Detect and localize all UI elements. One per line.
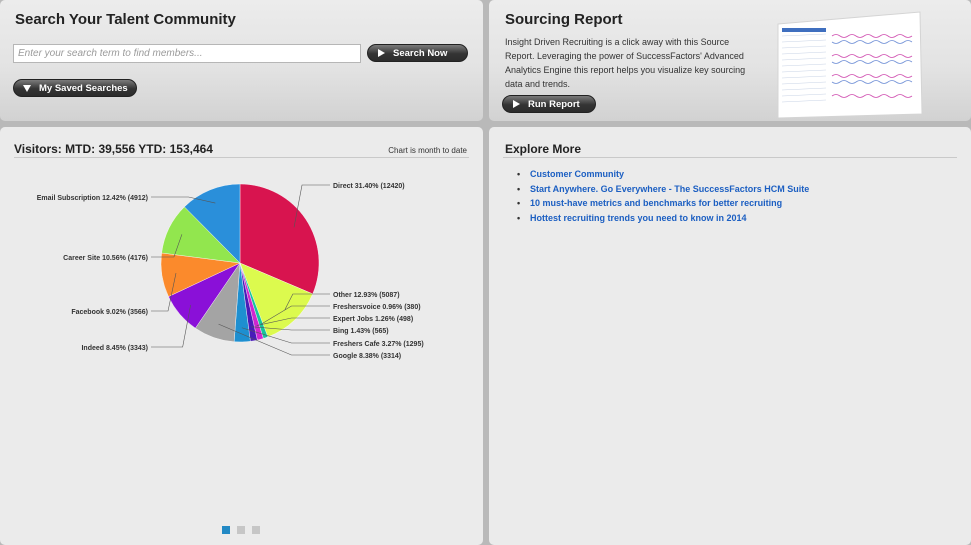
report-panel-title: Sourcing Report <box>505 11 623 28</box>
caret-down-icon <box>23 84 31 92</box>
explore-link[interactable]: Customer Community <box>517 167 809 182</box>
sourcing-report-panel: Sourcing Report Insight Driven Recruitin… <box>489 0 971 121</box>
pie-slice-label: Other 12.93% (5087) <box>333 292 400 299</box>
search-input[interactable] <box>13 44 361 63</box>
explore-title: Explore More <box>505 142 582 156</box>
search-now-button[interactable]: Search Now <box>367 44 468 62</box>
pie-slice-label: Freshers Cafe 3.27% (1295) <box>333 341 424 348</box>
saved-searches-button[interactable]: My Saved Searches <box>13 79 137 97</box>
search-now-label: Search Now <box>393 47 448 59</box>
visitors-panel: Visitors: MTD: 39,556 YTD: 153,464 Chart… <box>0 127 483 545</box>
pie-slice-label: Email Subscription 12.42% (4912) <box>37 195 148 202</box>
pie-slice-label: Direct 31.40% (12420) <box>333 183 405 190</box>
pager-dot-1[interactable] <box>222 526 230 534</box>
pie-slice-label: Bing 1.43% (565) <box>333 328 389 335</box>
explore-panel: Explore More Customer Community Start An… <box>489 127 971 545</box>
search-panel-title: Search Your Talent Community <box>15 11 236 28</box>
pager-dot-3[interactable] <box>252 526 260 534</box>
explore-link[interactable]: Hottest recruiting trends you need to kn… <box>517 211 809 226</box>
run-report-button[interactable]: Run Report <box>502 95 596 113</box>
carousel-pager <box>222 526 260 534</box>
pie-slice-label: Expert Jobs 1.26% (498) <box>333 316 413 323</box>
report-thumbnail-image <box>777 11 923 118</box>
explore-link[interactable]: 10 must-have metrics and benchmarks for … <box>517 196 809 211</box>
report-description: Insight Driven Recruiting is a click awa… <box>505 37 746 89</box>
run-report-label: Run Report <box>528 98 580 110</box>
explore-link[interactable]: Start Anywhere. Go Everywhere - The Succ… <box>517 182 809 197</box>
search-panel: Search Your Talent Community Search Now … <box>0 0 483 121</box>
pager-dot-2[interactable] <box>237 526 245 534</box>
pie-slice-label: Career Site 10.56% (4176) <box>63 255 148 262</box>
play-icon <box>513 100 520 108</box>
explore-links-list: Customer Community Start Anywhere. Go Ev… <box>517 167 809 225</box>
divider <box>503 157 957 158</box>
play-icon <box>378 49 385 57</box>
pie-slice-label: Facebook 9.02% (3566) <box>71 309 148 316</box>
pie-slice-label: Indeed 8.45% (3343) <box>81 345 148 352</box>
saved-searches-label: My Saved Searches <box>39 82 128 94</box>
pie-slice-label: Google 8.38% (3314) <box>333 353 401 360</box>
visitors-pie-chart: Direct 31.40% (12420) Other 12.93% (5087)… <box>37 183 424 360</box>
pie-slice-label: Freshersvoice 0.96% (380) <box>333 304 421 311</box>
